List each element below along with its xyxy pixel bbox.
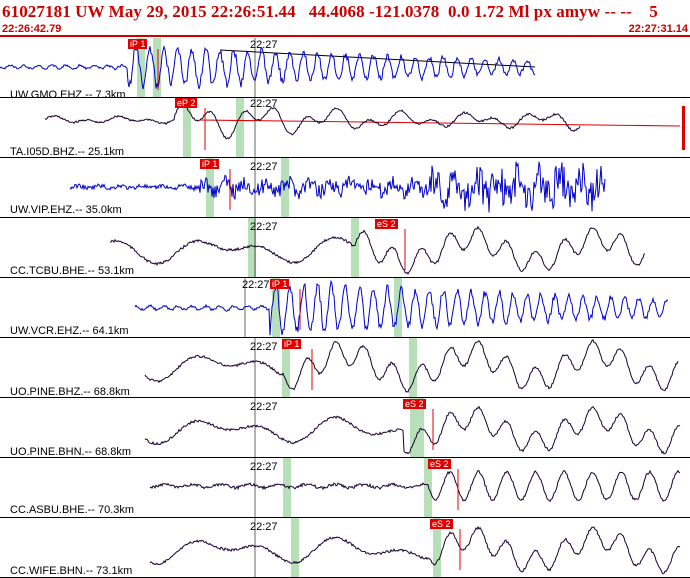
time-tick-label: 22:27: [250, 341, 278, 353]
trace-panel[interactable]: 22:27 eS 2 CC.TCBU.BHE.-- 53.1km: [0, 218, 690, 278]
seismogram-traces[interactable]: 22:27 iP 1 UW.GMO.EHZ.-- 7.3km 22:27 eP 2 TA.…: [0, 38, 690, 578]
event-title: 61027181 UW May 29, 2015 22:26:51.44 44.…: [2, 2, 658, 21]
trace-panel[interactable]: 22:27 eS 2 UO.PINE.BHN.-- 68.8km: [0, 398, 690, 458]
time-tick-label: 22:27: [250, 39, 278, 51]
analysis-window-marker[interactable]: [351, 218, 359, 278]
time-tick-label: 22:27: [250, 401, 278, 413]
trace-panel[interactable]: 22:27 iP 1 UW.VIP.EHZ.-- 35.0km: [0, 158, 690, 218]
end-time: 22:27:31.14: [628, 23, 688, 35]
trace-panel[interactable]: 22:27 eS 2 CC.ASBU.BHE.-- 70.3km: [0, 458, 690, 518]
phase-pick-flag[interactable]: eS 2: [375, 219, 398, 229]
waveform-line[interactable]: [149, 469, 681, 503]
phase-pick-flag[interactable]: eS 2: [430, 519, 453, 529]
trace-panel[interactable]: 22:27 eP 2 TA.I05D.BHZ.-- 25.1km: [0, 98, 690, 158]
phase-pick-flag[interactable]: iP 1: [200, 159, 220, 169]
trace-panel[interactable]: 22:27 iP 1 UO.PINE.BHZ.-- 68.8km: [0, 338, 690, 398]
analysis-window-marker[interactable]: [409, 338, 417, 398]
phase-pick-flag[interactable]: iP 1: [282, 339, 302, 349]
trace-panel[interactable]: 22:27 eS 2 CC.WIFE.BHN.-- 73.1km: [0, 518, 690, 578]
phase-pick-flag[interactable]: eP 2: [175, 98, 198, 108]
trace-panel[interactable]: 22:27 iP 1 UW.GMO.EHZ.-- 7.3km: [0, 38, 690, 101]
phase-pick-flag[interactable]: eS 2: [403, 399, 426, 409]
station-label: CC.ASBU.BHE.-- 70.3km: [10, 504, 135, 516]
analysis-window-marker[interactable]: [236, 98, 244, 158]
phase-pick-flag[interactable]: eS 2: [428, 459, 451, 469]
time-tick-label: 22:27: [250, 461, 278, 473]
time-tick-label: 22:27: [250, 98, 278, 110]
station-label: UW.VIP.EHZ.-- 35.0km: [10, 204, 122, 216]
waveform-line[interactable]: [69, 161, 606, 213]
analysis-window-marker[interactable]: [291, 518, 299, 578]
time-tick-label: 22:27: [242, 279, 270, 291]
analysis-window-marker[interactable]: [283, 458, 291, 518]
trace-panel[interactable]: 22:27 iP 1 UW.VCR.EHZ.-- 64.1km: [0, 278, 690, 338]
station-label: CC.WIFE.BHN.-- 73.1km: [10, 565, 133, 577]
time-tick-label: 22:27: [250, 521, 278, 533]
station-label: UW.VCR.EHZ.-- 64.1km: [10, 325, 129, 337]
time-tick-label: 22:27: [250, 161, 278, 173]
event-header: 61027181 UW May 29, 2015 22:26:51.44 44.…: [0, 0, 690, 38]
header-divider: [0, 35, 690, 37]
analysis-window-marker[interactable]: [281, 158, 289, 218]
waveform-line[interactable]: [109, 225, 646, 275]
waveform-line[interactable]: [149, 525, 681, 575]
start-time: 22:26:42.79: [2, 23, 62, 35]
phase-pick-flag[interactable]: iP 1: [270, 279, 290, 289]
amplitude-marker[interactable]: [682, 106, 685, 150]
time-tick-label: 22:27: [250, 221, 278, 233]
station-label: CC.TCBU.BHE.-- 53.1km: [10, 265, 135, 277]
phase-pick-flag[interactable]: iP 1: [128, 39, 148, 49]
